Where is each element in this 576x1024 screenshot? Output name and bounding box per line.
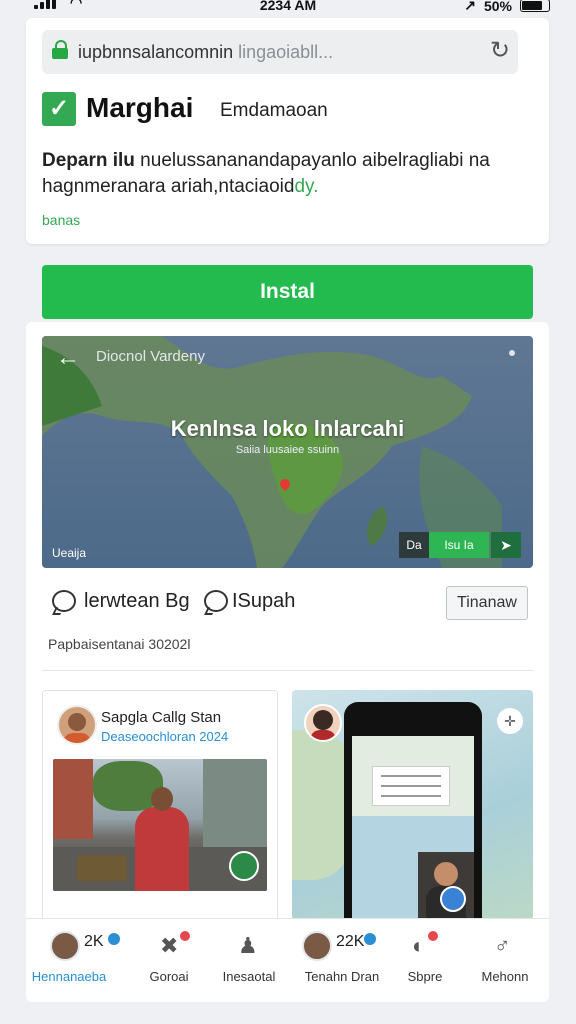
nav-count: 22K: [336, 933, 365, 950]
status-bar: ◠ 2234 AM ↗ 50%: [0, 0, 576, 16]
action-button[interactable]: Tinanaw: [446, 586, 528, 620]
lock-icon: [52, 40, 68, 59]
url-faded: lingaoiabll...: [238, 42, 334, 62]
nav-item-share[interactable]: ◐ Sbpre: [382, 929, 468, 984]
url-main: iupbnnsalancomnin: [78, 42, 234, 62]
url-text[interactable]: iupbnnsalancomnin lingaoiabll...: [78, 42, 333, 63]
nav-item-home[interactable]: 2K Hennanaeba: [26, 929, 120, 984]
reload-icon[interactable]: ↻: [490, 36, 510, 65]
nav-label: Hennanaeba: [31, 969, 107, 984]
avatar[interactable]: [57, 705, 97, 745]
brand-row: ✓ Marghai Emdamaoan: [42, 90, 522, 130]
nav-count: 2K: [84, 933, 104, 950]
bottom-nav: 2K Hennanaeba ✖ Goroai ♟ Inesaotal 22K T…: [26, 918, 549, 999]
map-control-b[interactable]: Isu Ia: [429, 532, 489, 558]
nav-item-menu[interactable]: ♂ Mehonn: [462, 929, 548, 984]
meta-text: Papbaisentanai 30202l: [48, 636, 191, 652]
brand-name: Marghai: [86, 92, 194, 123]
map-preview-card[interactable]: ✛: [292, 690, 533, 920]
badge-icon: [364, 933, 376, 945]
divider: [42, 670, 533, 671]
nav-label: Tenahn Dran: [304, 969, 380, 984]
nav-item-people[interactable]: 22K Tenahn Dran: [294, 929, 390, 984]
nav-item-groups[interactable]: ✖ Goroai: [126, 929, 212, 984]
photo-badge-icon: [229, 851, 259, 881]
badge-icon: [108, 933, 120, 945]
map-headline: Kenlnsa loko lnlarcahi: [170, 416, 405, 441]
avatar: [302, 931, 332, 961]
nav-label: Mehonn: [481, 969, 529, 984]
post-photo[interactable]: [53, 759, 267, 891]
battery-icon: [520, 0, 550, 12]
map-popup: [372, 766, 450, 806]
post-card[interactable]: Sapgla Callg Stan Deaseoochloran 2024: [42, 690, 278, 922]
description-link[interactable]: banas: [42, 212, 80, 228]
action-item-2[interactable]: ISupah: [232, 590, 295, 613]
notification-dot-icon: [428, 931, 438, 941]
user-icon: ♂: [494, 933, 511, 958]
notification-dot-icon: [180, 931, 190, 941]
map-view[interactable]: ← Diocnol Vardeny Kenlnsa loko lnlarcahi…: [42, 336, 533, 568]
actions-row: lerwtean Bg ISupah Tinanaw: [52, 586, 532, 620]
compass-icon[interactable]: ✛: [497, 708, 523, 734]
navigate-icon[interactable]: ➤: [491, 532, 521, 558]
comment-icon[interactable]: [52, 590, 76, 612]
map-title: Diocnol Vardeny: [96, 348, 205, 365]
avatar[interactable]: [304, 704, 342, 742]
location-icon: ↗: [464, 0, 476, 13]
description: Deparn ilu nuelussananandapayanlo aibelr…: [42, 148, 532, 200]
heart-icon: ◐: [412, 933, 426, 958]
brand-subtitle: Emdamaoan: [220, 100, 328, 121]
nav-label: Inesaotal: [222, 969, 276, 984]
nav-label: Goroai: [149, 969, 189, 984]
map-subline: Saiia luusaiee ssuinn: [235, 444, 340, 456]
post-author[interactable]: Sapgla Callg Stan: [101, 709, 221, 726]
install-button[interactable]: Instal: [42, 265, 533, 319]
action-item-1[interactable]: lerwtean Bg: [84, 590, 190, 613]
nav-item-messages[interactable]: ♟ Inesaotal: [206, 929, 292, 984]
post-subtitle: Deaseoochloran 2024: [101, 729, 229, 744]
people-icon: ✖: [160, 933, 179, 958]
header-card: iupbnnsalancomnin lingaoiabll... ↻ ✓ Mar…: [26, 18, 549, 244]
url-bar[interactable]: iupbnnsalancomnin lingaoiabll... ↻: [42, 30, 518, 74]
battery-percent: 50%: [483, 0, 512, 14]
nav-label: Sbpre: [407, 969, 443, 984]
description-lead: Deparn ilu: [42, 150, 135, 171]
map-controls: Da Isu Ia ➤: [399, 532, 521, 558]
chat-icon[interactable]: [204, 590, 228, 612]
avatar: [50, 931, 80, 961]
check-logo-icon: ✓: [42, 92, 76, 126]
map-menu-icon[interactable]: [509, 350, 515, 356]
map-corner-label: Ueaija: [52, 546, 87, 560]
map-control-a[interactable]: Da: [399, 532, 429, 558]
description-tail: dy.: [294, 176, 319, 197]
back-arrow-icon[interactable]: ←: [56, 344, 80, 372]
profile-icon: ♟: [238, 933, 258, 958]
location-dot-icon: [440, 886, 466, 912]
